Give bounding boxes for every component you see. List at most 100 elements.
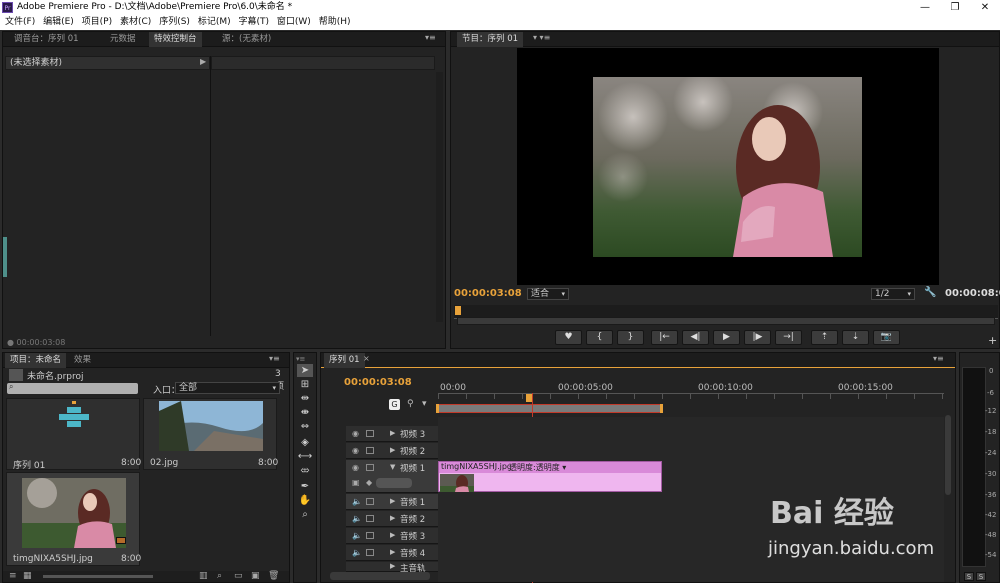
wrench-icon[interactable]: 🔧: [924, 287, 936, 298]
track-header-video-2[interactable]: ◉ ▶ 视频 2: [346, 443, 438, 459]
timeline-ruler[interactable]: 00:00 00:00:05:00 00:00:10:00 00:00:15:0…: [436, 381, 944, 415]
expand-track-icon[interactable]: ▶: [390, 531, 395, 539]
find-icon[interactable]: ⌕: [217, 571, 222, 581]
lift-button[interactable]: ⇡: [811, 330, 838, 345]
eye-icon[interactable]: ◉: [352, 446, 359, 455]
add-marker-button[interactable]: ♥: [555, 330, 582, 345]
work-area-bar[interactable]: [438, 404, 662, 413]
collapse-track-icon[interactable]: ▼: [390, 463, 395, 471]
effect-panel-scrollbar[interactable]: [436, 72, 443, 322]
tab-effect-controls[interactable]: 特效控制台: [149, 32, 202, 47]
extract-button[interactable]: ⇣: [842, 330, 869, 345]
selection-tool-icon[interactable]: ➤: [297, 364, 313, 377]
project-search-input[interactable]: ⌕: [7, 382, 138, 394]
step-forward-button[interactable]: |▶: [744, 330, 771, 345]
new-item-icon[interactable]: ▣: [251, 571, 260, 581]
add-marker-icon[interactable]: ⚲: [407, 399, 414, 409]
track-header-video-1[interactable]: ◉ ▼ 视频 1 ▣ ◆: [346, 460, 438, 493]
resolution-select[interactable]: 1/2 ▾: [871, 288, 915, 300]
project-menu-icon[interactable]: ▾≡: [269, 354, 280, 363]
marker-flag-icon[interactable]: ▾: [422, 399, 427, 409]
speaker-icon[interactable]: 🔈: [352, 548, 362, 557]
keyframe-nav[interactable]: [376, 478, 412, 488]
menu-project[interactable]: 项目(P): [77, 15, 112, 30]
automate-icon[interactable]: ▥: [199, 571, 208, 581]
export-frame-button[interactable]: 📷: [873, 330, 900, 345]
menu-marker[interactable]: 标记(M): [193, 15, 231, 30]
minimize-button[interactable]: —: [910, 0, 940, 15]
maximize-button[interactable]: ❐: [940, 0, 970, 15]
go-to-out-button[interactable]: →|: [775, 330, 802, 345]
track-header-audio-4[interactable]: 🔈 ▶ 音频 4: [346, 545, 438, 561]
speaker-icon[interactable]: 🔈: [352, 497, 362, 506]
keyframe-icon[interactable]: ◆: [366, 478, 372, 487]
track-header-video-3[interactable]: ◉ ▶ 视频 3: [346, 426, 438, 442]
close-tab-icon[interactable]: ×: [363, 354, 370, 363]
new-bin-icon[interactable]: ▭: [234, 571, 243, 581]
menu-title[interactable]: 字幕(T): [233, 15, 269, 30]
timeline-horizontal-scrollbar[interactable]: [330, 572, 430, 580]
eye-icon[interactable]: ◉: [352, 463, 359, 472]
mark-out-button[interactable]: }: [617, 330, 644, 345]
solo-right-button[interactable]: S: [976, 572, 986, 581]
solo-left-button[interactable]: S: [964, 572, 974, 581]
work-area-start-handle[interactable]: [436, 404, 439, 413]
go-to-in-button[interactable]: |←: [651, 330, 678, 345]
expand-arrow-icon[interactable]: ▶: [200, 57, 206, 66]
panel-menu-icon[interactable]: ▾≡: [425, 33, 436, 42]
tab-metadata[interactable]: 元数据: [105, 32, 141, 47]
tab-program[interactable]: 节目：序列 01: [457, 32, 524, 47]
entry-select[interactable]: 全部 ▾: [175, 382, 280, 394]
timeline-timecode[interactable]: 00:00:03:08: [344, 377, 412, 388]
tab-project[interactable]: 项目：未命名: [5, 353, 67, 368]
tab-effects[interactable]: 效果: [69, 353, 96, 368]
track-header-audio-2[interactable]: 🔈 ▶ 音频 2: [346, 511, 438, 527]
menu-clip[interactable]: 素材(C): [115, 15, 151, 30]
menu-window[interactable]: 窗口(W): [272, 15, 311, 30]
work-area-end-handle[interactable]: [660, 404, 663, 413]
project-item-02jpg[interactable]: 02.jpg 8:00: [143, 398, 278, 470]
lock-box-icon[interactable]: [366, 430, 374, 437]
expand-track-icon[interactable]: ▶: [390, 429, 395, 437]
track-select-tool-icon[interactable]: ⊞: [297, 378, 313, 391]
lock-box-icon[interactable]: [366, 464, 374, 471]
project-item-sequence[interactable]: 序列 01 8:00: [6, 398, 141, 471]
tools-menu-icon[interactable]: ▾≡: [296, 355, 305, 363]
clip-effect[interactable]: 透明度:透明度 ▾: [509, 462, 566, 473]
timeline-vertical-scrollbar[interactable]: [945, 415, 951, 495]
hand-tool-icon[interactable]: ✋: [297, 494, 313, 507]
menu-file[interactable]: 文件(F): [0, 15, 35, 30]
expand-track-icon[interactable]: ▶: [390, 514, 395, 522]
mark-in-button[interactable]: {: [586, 330, 613, 345]
project-item-timg[interactable]: timgNIXA5SHJ.jpg 8:00: [6, 472, 141, 566]
speaker-icon[interactable]: 🔈: [352, 531, 362, 540]
list-view-icon[interactable]: ≡: [9, 571, 17, 581]
icon-view-icon[interactable]: ▦: [23, 571, 32, 581]
add-button-icon[interactable]: +: [988, 334, 997, 347]
track-header-audio-1[interactable]: 🔈 ▶ 音频 1: [346, 494, 438, 510]
eye-icon[interactable]: ◉: [352, 429, 359, 438]
play-button[interactable]: ▶: [713, 330, 740, 345]
expand-track-icon[interactable]: ▶: [390, 497, 395, 505]
program-playhead-marker[interactable]: [455, 306, 461, 315]
track-header-master[interactable]: ▶ 主音轨: [346, 562, 438, 574]
program-zoom-bar[interactable]: [457, 317, 995, 325]
expand-track-icon[interactable]: ▶: [390, 562, 395, 570]
slip-tool-icon[interactable]: ⟷: [297, 450, 313, 463]
program-tab-menu-icon[interactable]: ▾ ▾≡: [533, 33, 550, 42]
menu-help[interactable]: 帮助(H): [314, 15, 351, 30]
tab-sequence[interactable]: 序列 01: [324, 353, 365, 368]
rate-stretch-tool-icon[interactable]: ⇔: [297, 420, 313, 433]
lock-box-icon[interactable]: [366, 515, 374, 522]
expand-track-icon[interactable]: ▶: [390, 548, 395, 556]
lock-box-icon[interactable]: [366, 498, 374, 505]
menu-edit[interactable]: 编辑(E): [38, 15, 74, 30]
fit-select[interactable]: 适合 ▾: [527, 288, 569, 300]
razor-tool-icon[interactable]: ◈: [297, 436, 313, 449]
snap-icon[interactable]: G: [389, 399, 400, 410]
track-header-audio-3[interactable]: 🔈 ▶ 音频 3: [346, 528, 438, 544]
zoom-tool-icon[interactable]: ⌕: [297, 508, 313, 521]
menu-sequence[interactable]: 序列(S): [154, 15, 190, 30]
pen-tool-icon[interactable]: ✒: [297, 480, 313, 493]
thumbnail-size-slider[interactable]: [43, 575, 153, 578]
